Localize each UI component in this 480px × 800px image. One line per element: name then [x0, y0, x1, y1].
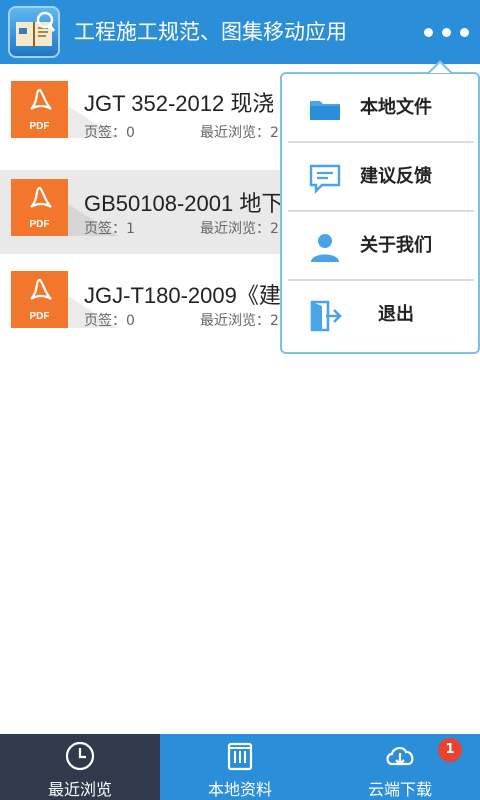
document-bookmarks: 页签：0 — [84, 313, 135, 329]
exit-icon — [310, 300, 342, 332]
feedback-icon — [309, 164, 341, 194]
document-recent-view: 最近浏览：2 — [200, 125, 279, 141]
pdf-file-icon: PDF — [11, 179, 68, 236]
menu-label: 关于我们 — [360, 235, 432, 256]
pdf-label: PDF — [29, 219, 50, 230]
pdf-label: PDF — [29, 311, 50, 322]
document-recent-view: 最近浏览：2 — [200, 313, 279, 329]
pdf-file-icon: PDF — [11, 271, 68, 328]
menu-label: 本地文件 — [360, 97, 432, 118]
popup-arrow-fill — [430, 63, 450, 73]
document-bookmarks: 页签：0 — [84, 125, 135, 141]
menu-label: 退出 — [378, 304, 414, 325]
nav-label: 最近浏览 — [47, 780, 112, 799]
app-header: 工程施工规范、图集移动应用 — [0, 0, 480, 64]
folder-icon — [310, 101, 340, 120]
menu-item-feedback[interactable]: 建议反馈 — [282, 143, 478, 211]
pdf-file-icon: PDF — [11, 81, 68, 138]
document-title: GB50108-2001 地下 — [84, 191, 284, 216]
pdf-label: PDF — [29, 121, 50, 132]
nav-recent[interactable]: 最近浏览 — [0, 734, 160, 800]
notification-badge: 1 — [438, 738, 462, 762]
menu-item-local-files[interactable]: 本地文件 — [282, 74, 478, 142]
cloud-download-icon — [386, 747, 414, 766]
app-title: 工程施工规范、图集移动应用 — [74, 20, 347, 44]
menu-item-about-us[interactable]: 关于我们 — [282, 212, 478, 280]
nav-local-materials[interactable]: 本地资料 — [160, 734, 320, 800]
document-title: JGJ-T180-2009《建 — [84, 283, 281, 308]
nav-cloud-download[interactable]: 1 云端下载 — [320, 734, 480, 800]
book-icon — [227, 742, 253, 771]
more-dots-icon[interactable] — [422, 18, 472, 46]
document-recent-view: 最近浏览：2 — [200, 221, 279, 237]
menu-label: 建议反馈 — [360, 166, 432, 187]
bottom-navigation: 最近浏览 本地资料 1 云端下载 — [0, 734, 480, 800]
document-title: JGT 352-2012 现浇 — [84, 91, 275, 116]
menu-item-exit[interactable]: 退出 — [282, 281, 478, 349]
nav-label: 本地资料 — [207, 780, 272, 799]
app-logo-icon — [8, 6, 60, 58]
overflow-menu: 本地文件 建议反馈 关于我们 退出 — [280, 72, 480, 354]
document-bookmarks: 页签：1 — [84, 221, 135, 237]
nav-label: 云端下载 — [367, 780, 432, 799]
clock-icon — [65, 741, 95, 771]
user-icon — [311, 234, 339, 262]
